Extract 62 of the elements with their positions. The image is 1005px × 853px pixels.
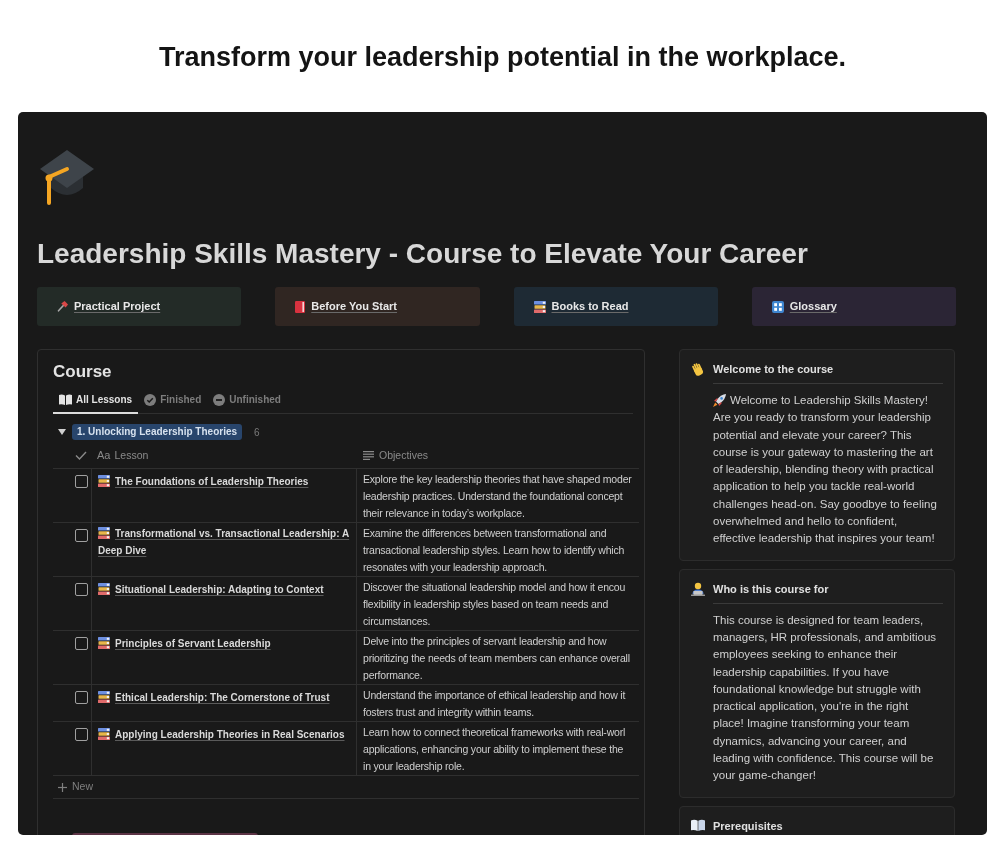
page-link[interactable]: Practical Project xyxy=(37,287,242,326)
objectives-text: Discover the situational leadership model and how it encou flexibility in leadership styles based on team needs and circumstances. xyxy=(363,580,626,629)
callout-title: Who is this course for xyxy=(713,581,829,596)
page-title: Leadership Skills Mastery - Course to Elevate Your Career xyxy=(37,238,808,270)
books-icon xyxy=(98,691,110,703)
graduation-cap-icon xyxy=(39,148,95,206)
person-laptop-icon xyxy=(691,581,705,596)
waving-hand-icon xyxy=(691,362,705,376)
page-link[interactable]: Books to Read xyxy=(513,287,718,326)
caret-down-icon[interactable] xyxy=(58,429,66,435)
callout-lead-text: Welcome to Leadership Skills Mastery! xyxy=(730,393,928,408)
minus-circle-icon xyxy=(213,393,226,406)
lesson-link[interactable]: Ethical Leadership: The Cornerstone of Trust xyxy=(98,689,330,706)
checkbox[interactable] xyxy=(75,728,88,741)
books-icon xyxy=(98,637,110,649)
checkbox[interactable] xyxy=(75,637,88,650)
page-heading: Transform your leadership potential in the workplace. xyxy=(158,41,847,73)
lesson-link[interactable]: Principles of Servant Leadership xyxy=(98,635,271,652)
callout-title: Prerequisites xyxy=(713,818,783,833)
objectives-text: Explore the key leadership theories that have shaped moder leadership practices. Understand the foundational concept their relevance in today’s workplace. xyxy=(363,472,632,521)
group-count: 6 xyxy=(254,425,260,440)
column-header[interactable]: Objectives xyxy=(379,447,429,464)
callout-text: This course is designed for team leaders, managers, HR professionals, and ambitious employees seeking to enhance their leadership capabilities. If you have foundational knowledge but struggle with practical application, you're in the right place! Imagine transforming your team dynamics, advancing your career, and leading with confidence. This course will be your game-changer! xyxy=(713,612,938,784)
text-lines-icon xyxy=(363,451,374,460)
objectives-text: Examine the differences between transformational and transactional leadership styles. Learn how to identify which resonates with your leadership approach. xyxy=(363,526,625,575)
lesson-link[interactable]: Transformational vs. Transactional Leadership: A Deep Dive xyxy=(98,525,350,559)
check-circle-icon xyxy=(144,393,157,406)
callout-title: Welcome to the course xyxy=(713,362,834,376)
plus-icon xyxy=(58,782,67,792)
column-header[interactable]: Lesson xyxy=(114,447,149,464)
books-icon xyxy=(98,583,110,595)
view-tab[interactable]: All Lessons xyxy=(53,387,139,414)
objectives-text: Delve into the principles of servant leadership and how prioritizing the needs of team members can enhance overall performance. xyxy=(363,634,630,683)
objectives-text: Understand the importance of ethical leadership and how it fosters trust and integrity within teams. xyxy=(363,688,626,720)
lesson-link[interactable]: The Foundations of Leadership Theories xyxy=(98,473,309,490)
checkbox[interactable] xyxy=(75,583,88,596)
checkbox[interactable] xyxy=(75,529,88,542)
objectives-text: Learn how to connect theoretical frameworks with real-worl applications, enhancing your ability to implement these the in your leadership role. xyxy=(363,725,626,774)
books-icon xyxy=(98,475,110,487)
page-link[interactable]: Glossary xyxy=(751,287,956,326)
books-icon xyxy=(98,728,110,740)
book-icon xyxy=(295,300,306,313)
hammer-icon xyxy=(57,301,68,312)
view-tab[interactable]: Finished xyxy=(138,387,208,414)
text-property-glyph: Aa xyxy=(97,448,111,464)
open-book-icon xyxy=(59,394,72,405)
checkmark-icon xyxy=(75,451,87,460)
rocket-icon xyxy=(713,394,726,408)
lesson-link[interactable]: Situational Leadership: Adapting to Context xyxy=(98,581,324,598)
page-link[interactable]: Before You Start xyxy=(275,287,480,326)
books-icon xyxy=(533,300,546,313)
checkbox[interactable] xyxy=(75,691,88,704)
grid-tile-icon xyxy=(771,300,784,313)
new-row-button[interactable]: New xyxy=(53,776,639,799)
open-book-icon xyxy=(691,818,705,831)
view-tab[interactable]: Unfinished xyxy=(207,387,287,414)
lesson-link[interactable]: Applying Leadership Theories in Real Scenarios xyxy=(98,726,345,743)
group-name: 1. Unlocking Leadership Theories xyxy=(72,424,243,440)
checkbox[interactable] xyxy=(75,475,88,488)
callout-text: Are you ready to transform your leadership potential and elevate your career? This course is your gateway to mastering the art of leadership, blending theory with practical application to help you tackle real-world challenges head-on. Say goodbye to feeling overwhelmed and hello to confident, effective leadership that inspires your team! xyxy=(713,410,938,547)
section-title: Course xyxy=(53,361,112,383)
books-icon xyxy=(98,527,110,539)
